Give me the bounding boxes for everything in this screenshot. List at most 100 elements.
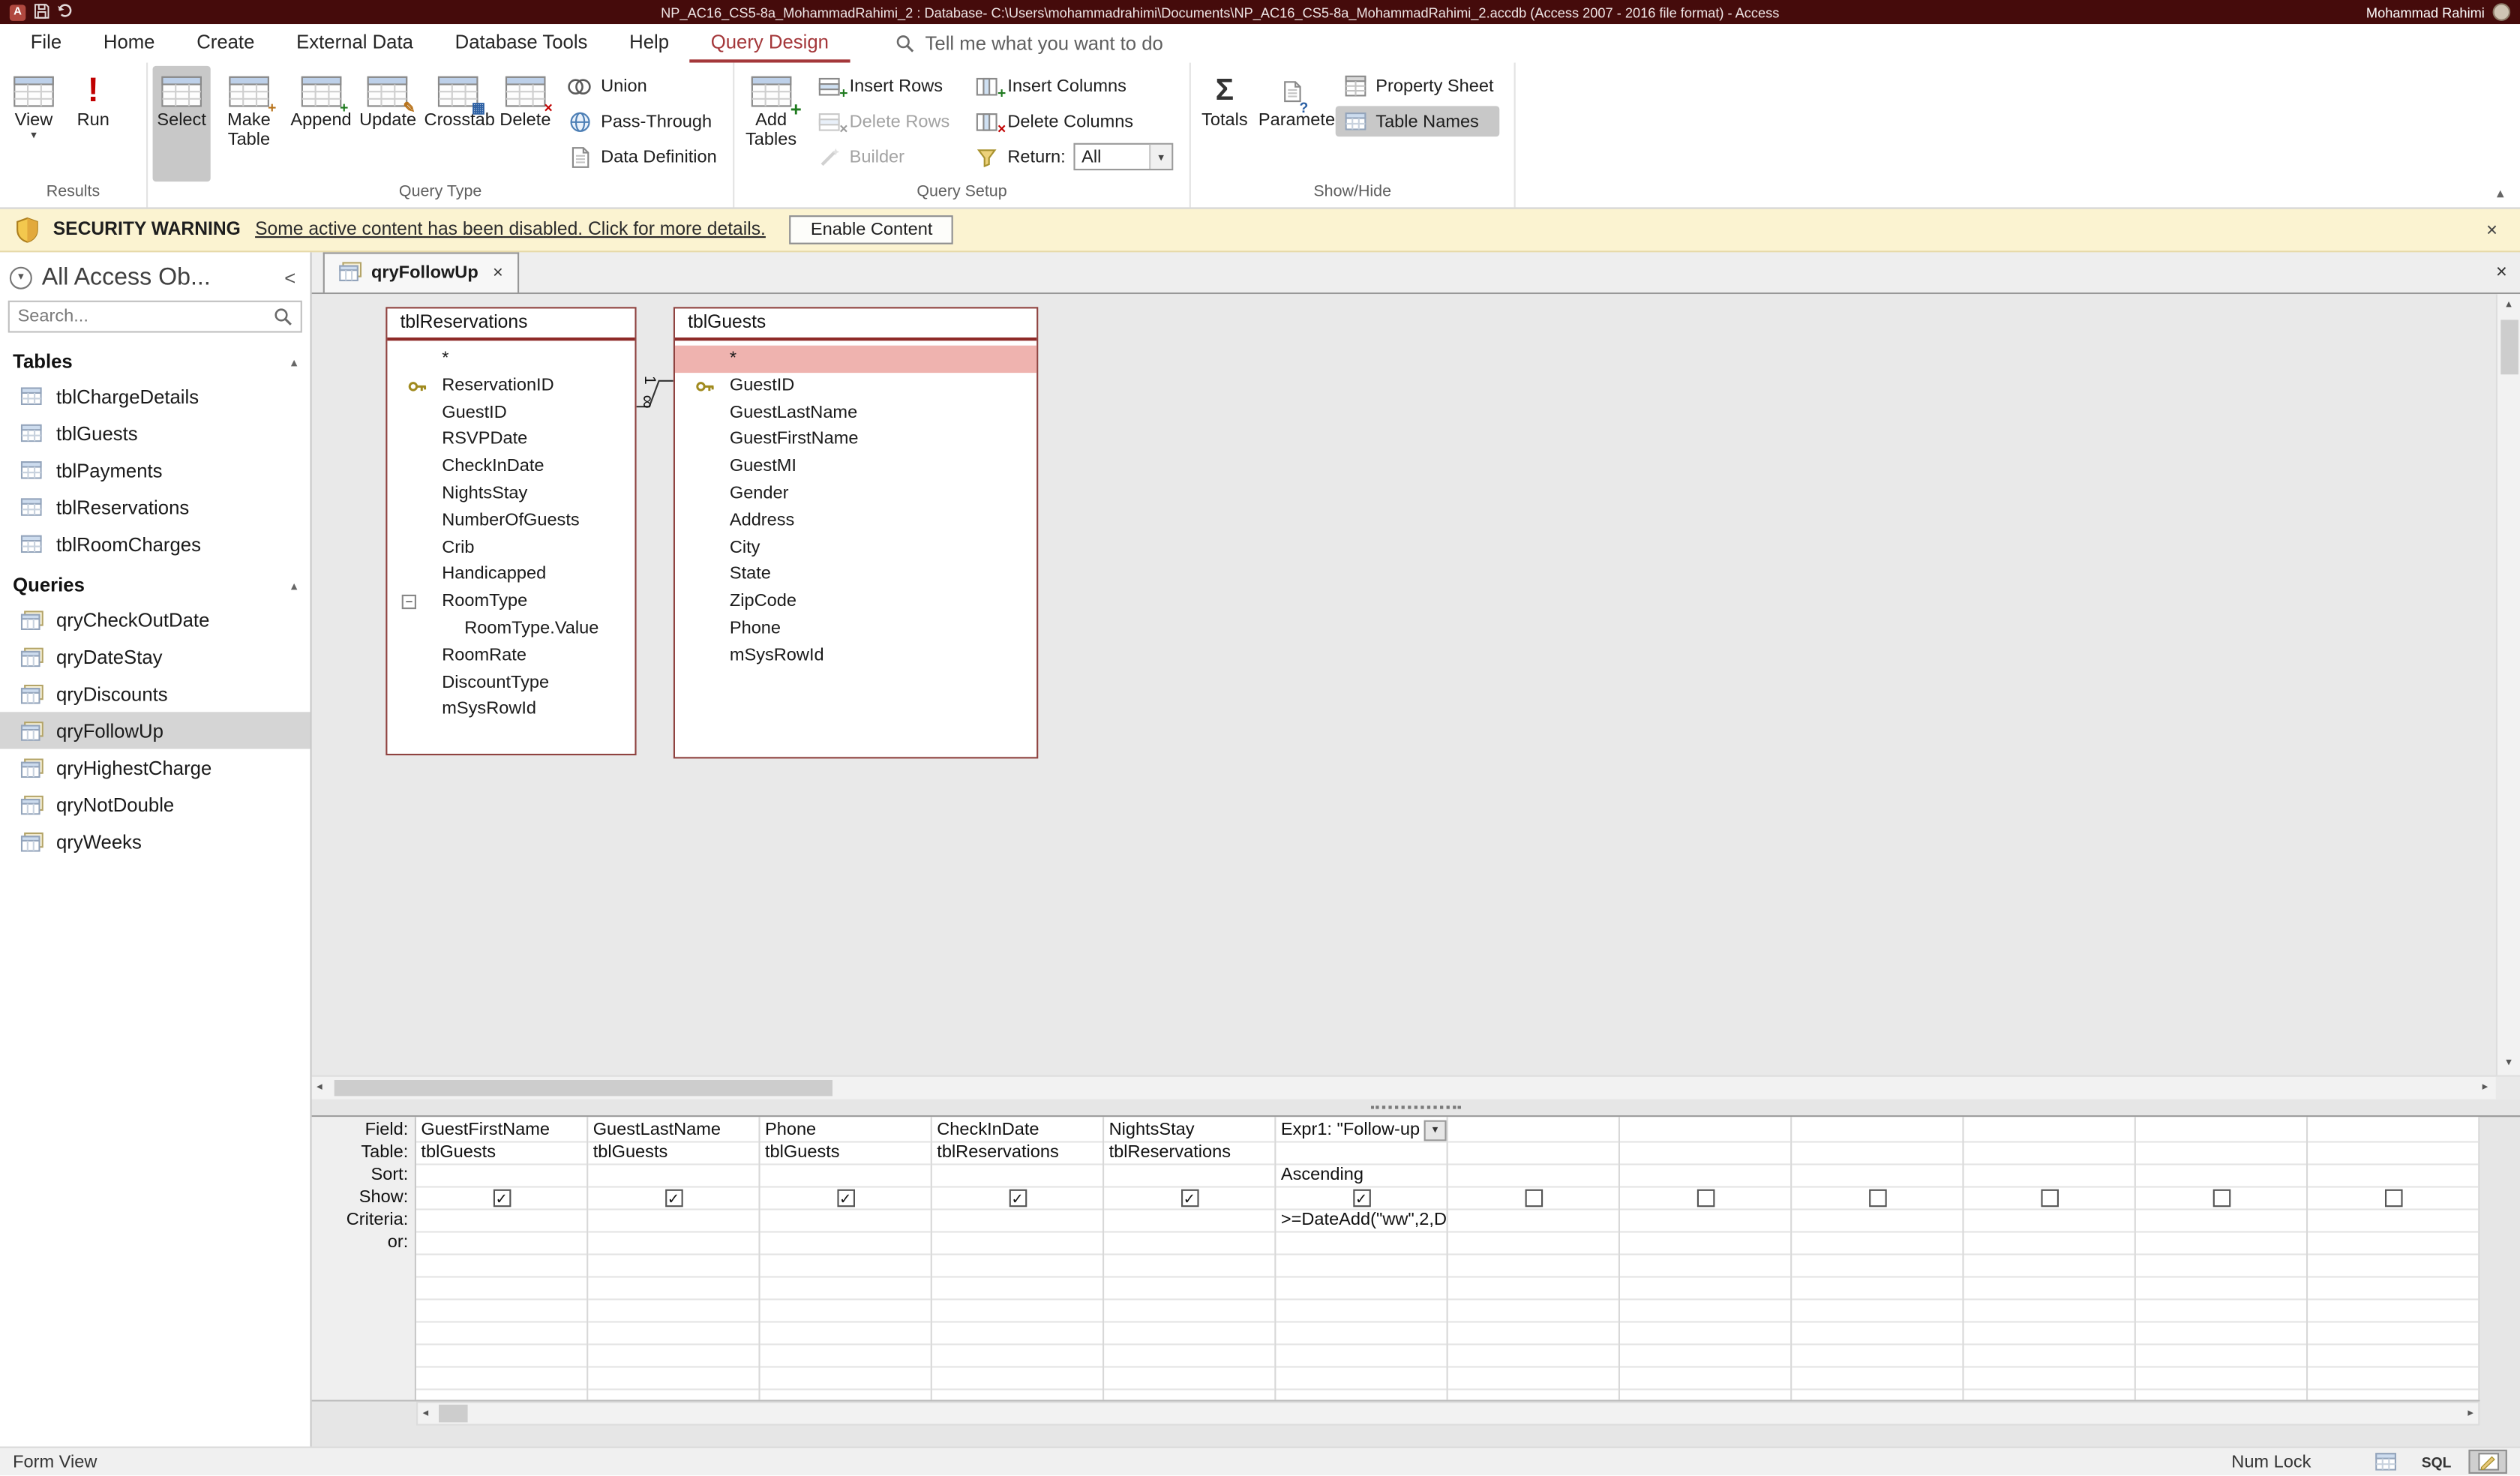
field-cell[interactable] xyxy=(2136,1120,2306,1143)
or-cell[interactable] xyxy=(1448,1233,1618,1256)
field-RoomType[interactable]: −RoomType xyxy=(387,589,634,616)
collapse-field-icon[interactable]: − xyxy=(402,595,416,609)
field-Crib[interactable]: Crib xyxy=(387,535,634,562)
return-select[interactable]: All ▾ xyxy=(1073,143,1173,170)
nav-item-tblGuests[interactable]: tblGuests xyxy=(0,415,310,452)
nav-item-qryNotDouble[interactable]: qryNotDouble xyxy=(0,786,310,823)
show-checkbox[interactable]: ✓ xyxy=(1352,1190,1370,1208)
field-ReservationID[interactable]: ReservationID xyxy=(387,373,634,400)
tab-database-tools[interactable]: Database Tools xyxy=(434,24,609,62)
nav-item-qryDiscounts[interactable]: qryDiscounts xyxy=(0,675,310,712)
criteria-cell[interactable] xyxy=(1964,1210,2134,1233)
field-cell[interactable] xyxy=(1964,1120,2134,1143)
grid-horizontal-scrollbar[interactable]: ◂ ▸ xyxy=(416,1402,2480,1426)
show-checkbox[interactable]: ✓ xyxy=(1180,1190,1198,1208)
table-cell[interactable] xyxy=(2136,1143,2306,1166)
pane-splitter[interactable] xyxy=(312,1100,2520,1115)
field-cell[interactable]: CheckInDate xyxy=(932,1120,1102,1143)
parameters-button[interactable]: ? Parameters xyxy=(1256,66,1330,182)
show-cell[interactable] xyxy=(1448,1188,1618,1210)
tab-external-data[interactable]: External Data xyxy=(275,24,434,62)
field-mSysRowId[interactable]: mSysRowId xyxy=(387,697,634,724)
scroll-left-icon[interactable]: ◂ xyxy=(423,1403,429,1424)
sort-cell[interactable] xyxy=(2136,1166,2306,1188)
field-GuestID[interactable]: GuestID xyxy=(387,400,634,427)
show-checkbox[interactable] xyxy=(1696,1190,1714,1208)
scroll-right-icon[interactable]: ▸ xyxy=(2468,1403,2474,1424)
tab-file[interactable]: File xyxy=(10,24,82,62)
close-warning-icon[interactable]: × xyxy=(2486,218,2504,241)
union-button[interactable]: Union xyxy=(561,70,724,101)
nav-item-tblPayments[interactable]: tblPayments xyxy=(0,452,310,488)
append-button[interactable]: + Append xyxy=(287,66,355,182)
access-app-icon[interactable]: A xyxy=(10,4,26,20)
scroll-down-icon[interactable]: ▾ xyxy=(2506,1053,2512,1076)
design-vertical-scrollbar[interactable]: ▴ ▾ xyxy=(2496,294,2520,1075)
field-Phone[interactable]: Phone xyxy=(675,616,1036,643)
or-cell[interactable] xyxy=(1620,1233,1790,1256)
chevron-down-icon[interactable]: ▾ xyxy=(1149,145,1172,169)
field-RoomType.Value[interactable]: RoomType.Value xyxy=(387,616,634,643)
nav-menu-chevron-icon[interactable]: ▾ xyxy=(10,266,32,289)
show-checkbox[interactable] xyxy=(2212,1190,2230,1208)
table-cell[interactable]: tblGuests xyxy=(588,1143,758,1166)
or-cell[interactable] xyxy=(588,1233,758,1256)
field-Gender[interactable]: Gender xyxy=(675,481,1036,508)
tab-home[interactable]: Home xyxy=(82,24,176,62)
field-RSVPDate[interactable]: RSVPDate xyxy=(387,427,634,454)
or-cell[interactable] xyxy=(760,1233,931,1256)
crosstab-button[interactable]: ▦ Crosstab xyxy=(421,66,494,182)
show-checkbox[interactable] xyxy=(1524,1190,1542,1208)
or-cell[interactable] xyxy=(416,1233,586,1256)
show-checkbox[interactable] xyxy=(2040,1190,2058,1208)
account-name[interactable]: Mohammad Rahimi xyxy=(2366,4,2485,20)
close-tab-icon[interactable]: × xyxy=(493,263,503,283)
insert-columns-button[interactable]: + Insert Columns xyxy=(968,70,1180,101)
field-cell[interactable]: GuestFirstName xyxy=(416,1120,586,1143)
field-cell[interactable] xyxy=(1620,1120,1790,1143)
sort-cell[interactable] xyxy=(1792,1166,1962,1188)
undo-icon[interactable] xyxy=(56,3,74,21)
show-checkbox[interactable] xyxy=(1868,1190,1886,1208)
data-definition-button[interactable]: Data Definition xyxy=(561,142,724,172)
totals-button[interactable]: Σ Totals xyxy=(1196,66,1253,182)
field-cell[interactable] xyxy=(2308,1120,2478,1143)
field-cell[interactable]: Phone xyxy=(760,1120,931,1143)
show-cell[interactable] xyxy=(2308,1188,2478,1210)
show-cell[interactable] xyxy=(1620,1188,1790,1210)
table-cell[interactable]: tblReservations xyxy=(932,1143,1102,1166)
show-cell[interactable]: ✓ xyxy=(1104,1188,1274,1210)
or-cell[interactable] xyxy=(1104,1233,1274,1256)
field-GuestMI[interactable]: GuestMI xyxy=(675,454,1036,481)
nav-section-header-tables[interactable]: Tables▴ xyxy=(0,344,310,378)
nav-pane-header[interactable]: ▾ All Access Ob... < xyxy=(0,252,310,297)
avatar[interactable] xyxy=(2493,3,2511,21)
show-cell[interactable]: ✓ xyxy=(588,1188,758,1210)
delete-button[interactable]: × Delete xyxy=(496,66,554,182)
nav-item-qryDateStay[interactable]: qryDateStay xyxy=(0,638,310,675)
criteria-cell[interactable] xyxy=(1792,1210,1962,1233)
sort-cell[interactable] xyxy=(1964,1166,2134,1188)
field-City[interactable]: City xyxy=(675,535,1036,562)
sort-cell[interactable] xyxy=(1620,1166,1790,1188)
make-table-button[interactable]: + Make Table xyxy=(212,66,286,182)
update-button[interactable]: ✎ Update xyxy=(356,66,419,182)
tab-query-design[interactable]: Query Design xyxy=(690,24,850,62)
sort-cell[interactable] xyxy=(416,1166,586,1188)
splitter-handle[interactable] xyxy=(1371,1106,1461,1108)
field-mSysRowId[interactable]: mSysRowId xyxy=(675,643,1036,670)
show-checkbox[interactable]: ✓ xyxy=(664,1190,682,1208)
field-*[interactable]: * xyxy=(675,346,1036,373)
or-cell[interactable] xyxy=(932,1233,1102,1256)
design-surface[interactable]: 1 ∞ ▴ ▾ tblReservations*ReservationIDGue… xyxy=(312,294,2520,1075)
table-cell[interactable] xyxy=(1276,1143,1446,1166)
datasheet-view-button[interactable] xyxy=(2366,1450,2404,1474)
field-Handicapped[interactable]: Handicapped xyxy=(387,562,634,589)
field-cell[interactable] xyxy=(1792,1120,1962,1143)
or-cell[interactable] xyxy=(1276,1233,1446,1256)
sort-cell[interactable] xyxy=(2308,1166,2478,1188)
nav-item-qryHighestCharge[interactable]: qryHighestCharge xyxy=(0,749,310,786)
tell-me-box[interactable]: Tell me what you want to do xyxy=(895,24,1163,62)
scroll-left-icon[interactable]: ◂ xyxy=(316,1077,322,1100)
criteria-cell[interactable] xyxy=(932,1210,1102,1233)
